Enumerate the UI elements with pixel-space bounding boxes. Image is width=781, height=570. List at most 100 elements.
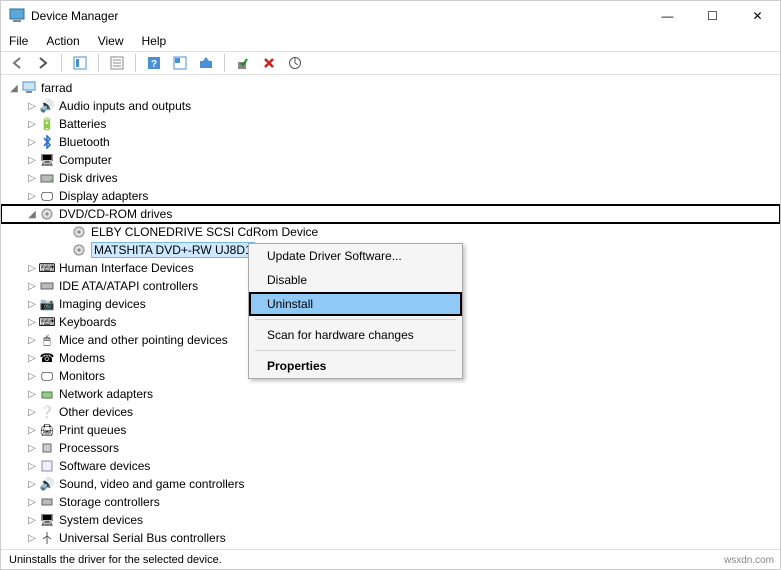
computer-icon bbox=[21, 80, 37, 96]
help-icon[interactable]: ? bbox=[144, 53, 164, 73]
menu-help[interactable]: Help bbox=[142, 34, 167, 48]
expand-icon[interactable]: ▷ bbox=[25, 407, 39, 418]
toolbar: ? bbox=[1, 51, 780, 75]
tree-item[interactable]: ▷Network adapters bbox=[1, 385, 780, 403]
expand-icon[interactable]: ▷ bbox=[25, 515, 39, 526]
back-button[interactable] bbox=[7, 53, 27, 73]
tree-item[interactable]: ▷Software devices bbox=[1, 457, 780, 475]
expand-icon[interactable]: ▷ bbox=[25, 317, 39, 328]
ctx-properties[interactable]: Properties bbox=[249, 354, 462, 378]
expand-icon[interactable]: ▷ bbox=[25, 533, 39, 544]
watermark: wsxdn.com bbox=[724, 555, 774, 566]
ctx-scan[interactable]: Scan for hardware changes bbox=[249, 323, 462, 347]
tree-item[interactable]: ▷🖵Display adapters bbox=[1, 187, 780, 205]
expand-icon[interactable]: ▷ bbox=[25, 263, 39, 274]
expand-icon[interactable]: ▷ bbox=[25, 353, 39, 364]
tree-item[interactable]: ▷🔊Sound, video and game controllers bbox=[1, 475, 780, 493]
other-icon: ❔ bbox=[39, 404, 55, 420]
hid-icon: ⌨ bbox=[39, 260, 55, 276]
collapse-icon[interactable]: ◢ bbox=[25, 209, 39, 220]
expand-icon[interactable]: ▷ bbox=[25, 479, 39, 490]
tree-item[interactable]: ▷🖥Computer bbox=[1, 151, 780, 169]
menu-action[interactable]: Action bbox=[46, 34, 79, 48]
expand-icon[interactable]: ▷ bbox=[25, 173, 39, 184]
scan-hardware-icon[interactable] bbox=[285, 53, 305, 73]
maximize-button[interactable]: ☐ bbox=[690, 1, 735, 31]
tree-item[interactable]: ▷Bluetooth bbox=[1, 133, 780, 151]
expand-icon[interactable]: ▷ bbox=[25, 119, 39, 130]
keyboard-icon: ⌨ bbox=[39, 314, 55, 330]
toolbar-separator bbox=[61, 54, 62, 72]
svg-text:?: ? bbox=[151, 59, 157, 70]
tree-item[interactable]: ▷🖨Print queues bbox=[1, 421, 780, 439]
expand-icon[interactable]: ▷ bbox=[25, 371, 39, 382]
bluetooth-icon bbox=[39, 134, 55, 150]
uninstall-device-icon[interactable] bbox=[259, 53, 279, 73]
expand-icon[interactable]: ▷ bbox=[25, 101, 39, 112]
dvd-drive-icon bbox=[39, 206, 55, 222]
system-icon: 🖥 bbox=[39, 512, 55, 528]
tree-root-label: farrad bbox=[41, 81, 72, 95]
printer-icon: 🖨 bbox=[39, 422, 55, 438]
monitor-icon: 🖵 bbox=[39, 368, 55, 384]
battery-icon: 🔋 bbox=[39, 116, 55, 132]
tree-item[interactable]: ▷Storage controllers bbox=[1, 493, 780, 511]
properties-icon[interactable] bbox=[107, 53, 127, 73]
tree-item[interactable]: ELBY CLONEDRIVE SCSI CdRom Device bbox=[1, 223, 780, 241]
computer-icon: 🖥 bbox=[39, 152, 55, 168]
close-button[interactable]: ✕ bbox=[735, 1, 780, 31]
expand-icon[interactable]: ▷ bbox=[25, 299, 39, 310]
menu-view[interactable]: View bbox=[98, 34, 124, 48]
menu-file[interactable]: File bbox=[9, 34, 28, 48]
title-bar: Device Manager — ☐ ✕ bbox=[1, 1, 780, 31]
expand-icon[interactable]: ▷ bbox=[25, 281, 39, 292]
status-text: Uninstalls the driver for the selected d… bbox=[9, 554, 222, 566]
toolbar-separator bbox=[135, 54, 136, 72]
storage-icon bbox=[39, 494, 55, 510]
expand-icon[interactable]: ▷ bbox=[25, 389, 39, 400]
ide-icon bbox=[39, 278, 55, 294]
display-icon: 🖵 bbox=[39, 188, 55, 204]
tree-item[interactable]: ▷🖥System devices bbox=[1, 511, 780, 529]
expand-icon[interactable]: ▷ bbox=[25, 155, 39, 166]
ctx-disable[interactable]: Disable bbox=[249, 268, 462, 292]
tree-item-dvd[interactable]: ◢DVD/CD-ROM drives bbox=[1, 205, 780, 223]
tree-item[interactable]: ▷🔊Audio inputs and outputs bbox=[1, 97, 780, 115]
software-icon bbox=[39, 458, 55, 474]
ctx-update-driver[interactable]: Update Driver Software... bbox=[249, 244, 462, 268]
expand-icon[interactable]: ▷ bbox=[25, 443, 39, 454]
window-title: Device Manager bbox=[31, 9, 645, 23]
tree-item[interactable]: ▷❔Other devices bbox=[1, 403, 780, 421]
expand-icon[interactable]: ◢ bbox=[7, 83, 21, 94]
wizard-icon[interactable] bbox=[170, 53, 190, 73]
expand-icon[interactable]: ▷ bbox=[25, 497, 39, 508]
device-tree-scroll[interactable]: ◢ farrad ▷🔊Audio inputs and outputs ▷🔋Ba… bbox=[1, 75, 780, 549]
expand-icon[interactable]: ▷ bbox=[25, 335, 39, 346]
processor-icon bbox=[39, 440, 55, 456]
show-hide-tree-icon[interactable] bbox=[70, 53, 90, 73]
dvd-drive-icon bbox=[71, 224, 87, 240]
forward-button[interactable] bbox=[33, 53, 53, 73]
tree-item[interactable]: ▷🔋Batteries bbox=[1, 115, 780, 133]
context-menu: Update Driver Software... Disable Uninst… bbox=[248, 243, 463, 379]
expand-icon[interactable]: ▷ bbox=[25, 461, 39, 472]
expand-icon[interactable]: ▷ bbox=[25, 191, 39, 202]
toolbar-separator bbox=[98, 54, 99, 72]
enable-device-icon[interactable] bbox=[233, 53, 253, 73]
update-driver-icon[interactable] bbox=[196, 53, 216, 73]
minimize-button[interactable]: — bbox=[645, 1, 690, 31]
dvd-drive-icon bbox=[71, 242, 87, 258]
tree-root[interactable]: ◢ farrad bbox=[1, 79, 780, 97]
ctx-uninstall[interactable]: Uninstall bbox=[249, 292, 462, 316]
sound-icon: 🔊 bbox=[39, 476, 55, 492]
tree-item[interactable]: ▷Processors bbox=[1, 439, 780, 457]
expand-icon[interactable]: ▷ bbox=[25, 425, 39, 436]
network-icon bbox=[39, 386, 55, 402]
tree-item[interactable]: ▷Universal Serial Bus controllers bbox=[1, 529, 780, 547]
expand-icon[interactable]: ▷ bbox=[25, 137, 39, 148]
audio-icon: 🔊 bbox=[39, 98, 55, 114]
tree-item[interactable]: ▷Disk drives bbox=[1, 169, 780, 187]
usb-icon bbox=[39, 530, 55, 546]
ctx-separator bbox=[255, 350, 456, 351]
modem-icon: ☎ bbox=[39, 350, 55, 366]
